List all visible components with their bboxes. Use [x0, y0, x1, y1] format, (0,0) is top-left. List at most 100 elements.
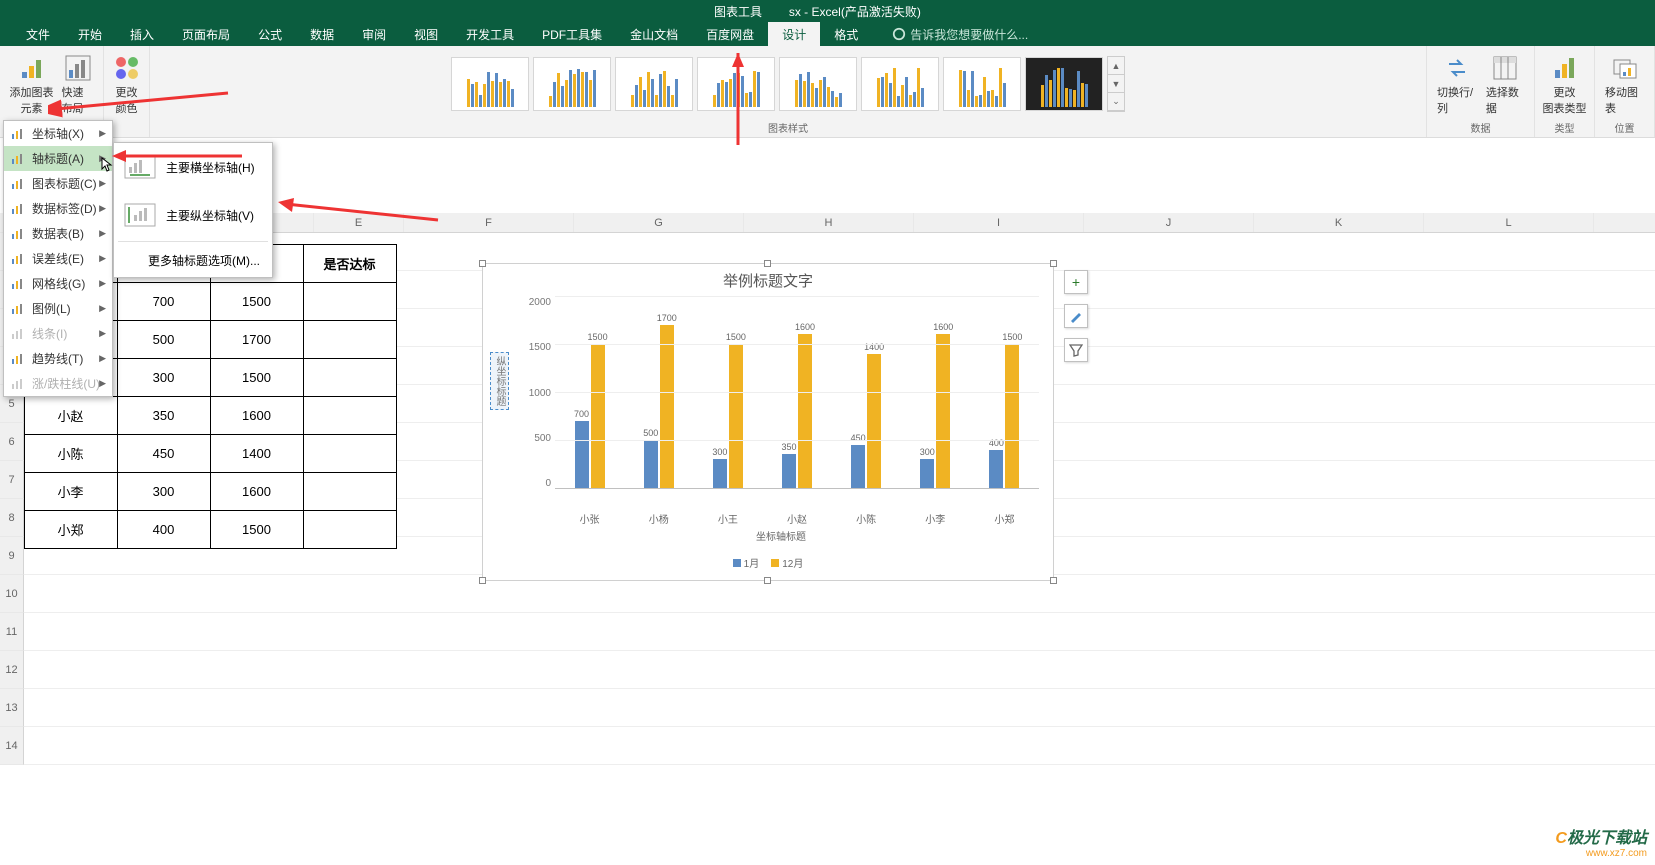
y-axis-title[interactable]: 纵坐标标题	[490, 352, 509, 410]
x-axis-title[interactable]: 坐标轴标题	[509, 528, 1053, 543]
tab-金山文档[interactable]: 金山文档	[616, 22, 692, 47]
resize-handle[interactable]	[1050, 260, 1057, 267]
table-cell[interactable]	[303, 472, 397, 511]
dropdown-item[interactable]: 数据表(B)▶	[4, 221, 112, 246]
tab-百度网盘[interactable]: 百度网盘	[692, 22, 768, 47]
chart-side-toolbar: +	[1064, 270, 1088, 362]
resize-handle[interactable]	[764, 260, 771, 267]
dropdown-item[interactable]: 网格线(G)▶	[4, 271, 112, 296]
table-cell[interactable]: 300	[117, 358, 211, 397]
menu-bar: 文件开始插入页面布局公式数据审阅视图开发工具PDF工具集金山文档百度网盘设计格式…	[0, 22, 1655, 46]
table-cell[interactable]: 350	[117, 396, 211, 435]
chart-element-dropdown: 坐标轴(X)▶轴标题(A)▶图表标题(C)▶数据标签(D)▶数据表(B)▶误差线…	[3, 120, 113, 397]
bar-group[interactable]: 3001500	[713, 344, 743, 488]
table-cell[interactable]: 400	[117, 510, 211, 549]
table-cell[interactable]	[303, 510, 397, 549]
tell-me-input[interactable]: 告诉我您想要做什么...	[892, 26, 1028, 43]
bar-group[interactable]: 5001700	[644, 325, 674, 488]
change-chart-type-button[interactable]: 更改 图表类型	[1539, 50, 1591, 118]
tab-开始[interactable]: 开始	[64, 22, 116, 47]
switch-row-col-button[interactable]: 切换行/列	[1433, 50, 1482, 118]
table-cell[interactable]: 700	[117, 282, 211, 321]
chart-filter-button[interactable]	[1064, 338, 1088, 362]
primary-vertical-axis-title-item[interactable]: 主要纵坐标轴(V)	[114, 191, 272, 239]
col-header[interactable]: G	[574, 213, 744, 232]
col-header[interactable]: J	[1084, 213, 1254, 232]
bar-group[interactable]: 3501600	[782, 334, 812, 488]
table-cell[interactable]	[303, 358, 397, 397]
table-cell[interactable]: 1500	[210, 282, 304, 321]
select-data-button[interactable]: 选择数据	[1482, 50, 1528, 118]
chart-style-thumb[interactable]	[779, 57, 857, 111]
tab-公式[interactable]: 公式	[244, 22, 296, 47]
tab-格式[interactable]: 格式	[820, 22, 872, 47]
more-axis-title-options-item[interactable]: 更多轴标题选项(M)...	[114, 244, 272, 277]
table-cell[interactable]: 1700	[210, 320, 304, 359]
tab-视图[interactable]: 视图	[400, 22, 452, 47]
row-header[interactable]: 11	[0, 613, 24, 651]
chart-style-thumb[interactable]	[1025, 57, 1103, 111]
table-cell[interactable]: 1400	[210, 434, 304, 473]
row-header[interactable]: 13	[0, 689, 24, 727]
table-cell[interactable]	[303, 434, 397, 473]
chart-style-thumb[interactable]	[861, 57, 939, 111]
dropdown-item[interactable]: 误差线(E)▶	[4, 246, 112, 271]
bar-group[interactable]: 3001600	[920, 334, 950, 488]
gallery-scroll[interactable]: ▲▼⌄	[1107, 56, 1125, 112]
table-cell[interactable]: 小陈	[24, 434, 118, 473]
resize-handle[interactable]	[1050, 577, 1057, 584]
table-cell[interactable]: 450	[117, 434, 211, 473]
row-header[interactable]: 14	[0, 727, 24, 765]
chart-styles-brush-button[interactable]	[1064, 304, 1088, 328]
dropdown-item[interactable]: 图例(L)▶	[4, 296, 112, 321]
row-header[interactable]: 6	[0, 423, 24, 461]
chart-elements-plus-button[interactable]: +	[1064, 270, 1088, 294]
dropdown-item[interactable]: 图表标题(C)▶	[4, 171, 112, 196]
tab-文件[interactable]: 文件	[12, 22, 64, 47]
table-cell[interactable]	[303, 320, 397, 359]
red-arrow-annotation-2	[112, 146, 252, 166]
bar-group[interactable]: 7001500	[575, 344, 605, 488]
row-header[interactable]: 8	[0, 499, 24, 537]
chart-plot-area[interactable]: 7001500 5001700 3001500 3501600 4501400 30016…	[555, 297, 1039, 489]
bar-group[interactable]: 4501400	[851, 354, 881, 488]
row-header[interactable]: 12	[0, 651, 24, 689]
tab-数据[interactable]: 数据	[296, 22, 348, 47]
dropdown-item[interactable]: 数据标签(D)▶	[4, 196, 112, 221]
dropdown-item[interactable]: 趋势线(T)▶	[4, 346, 112, 371]
chart-title[interactable]: 举例标题文字	[483, 264, 1053, 297]
resize-handle[interactable]	[764, 577, 771, 584]
table-cell[interactable]	[303, 396, 397, 435]
table-cell[interactable]: 1600	[210, 472, 304, 511]
table-cell[interactable]: 1500	[210, 358, 304, 397]
chart-legend[interactable]: 1月12月	[483, 555, 1053, 570]
col-header[interactable]: K	[1254, 213, 1424, 232]
resize-handle[interactable]	[479, 577, 486, 584]
tab-插入[interactable]: 插入	[116, 22, 168, 47]
col-header[interactable]: I	[914, 213, 1084, 232]
tab-审阅[interactable]: 审阅	[348, 22, 400, 47]
move-chart-button[interactable]: 移动图表	[1601, 50, 1648, 118]
row-header[interactable]: 9	[0, 537, 24, 575]
col-header[interactable]: H	[744, 213, 914, 232]
table-cell[interactable]: 500	[117, 320, 211, 359]
table-cell[interactable]: 1600	[210, 396, 304, 435]
tab-开发工具[interactable]: 开发工具	[452, 22, 528, 47]
table-header-cell[interactable]: 是否达标	[303, 244, 397, 283]
row-header[interactable]: 7	[0, 461, 24, 499]
row-header[interactable]: 10	[0, 575, 24, 613]
table-cell[interactable]: 小赵	[24, 396, 118, 435]
embedded-chart[interactable]: 举例标题文字 纵坐标标题 2000150010005000 7001500500…	[482, 263, 1054, 581]
tab-设计[interactable]: 设计	[768, 22, 820, 47]
tab-PDF工具集[interactable]: PDF工具集	[528, 22, 616, 47]
table-cell[interactable]: 小郑	[24, 510, 118, 549]
table-cell[interactable]: 1500	[210, 510, 304, 549]
tab-页面布局[interactable]: 页面布局	[168, 22, 244, 47]
chart-style-thumb[interactable]	[943, 57, 1021, 111]
bar-group[interactable]: 4001500	[989, 344, 1019, 488]
resize-handle[interactable]	[479, 260, 486, 267]
table-cell[interactable]: 300	[117, 472, 211, 511]
col-header[interactable]: L	[1424, 213, 1594, 232]
table-cell[interactable]: 小李	[24, 472, 118, 511]
table-cell[interactable]	[303, 282, 397, 321]
